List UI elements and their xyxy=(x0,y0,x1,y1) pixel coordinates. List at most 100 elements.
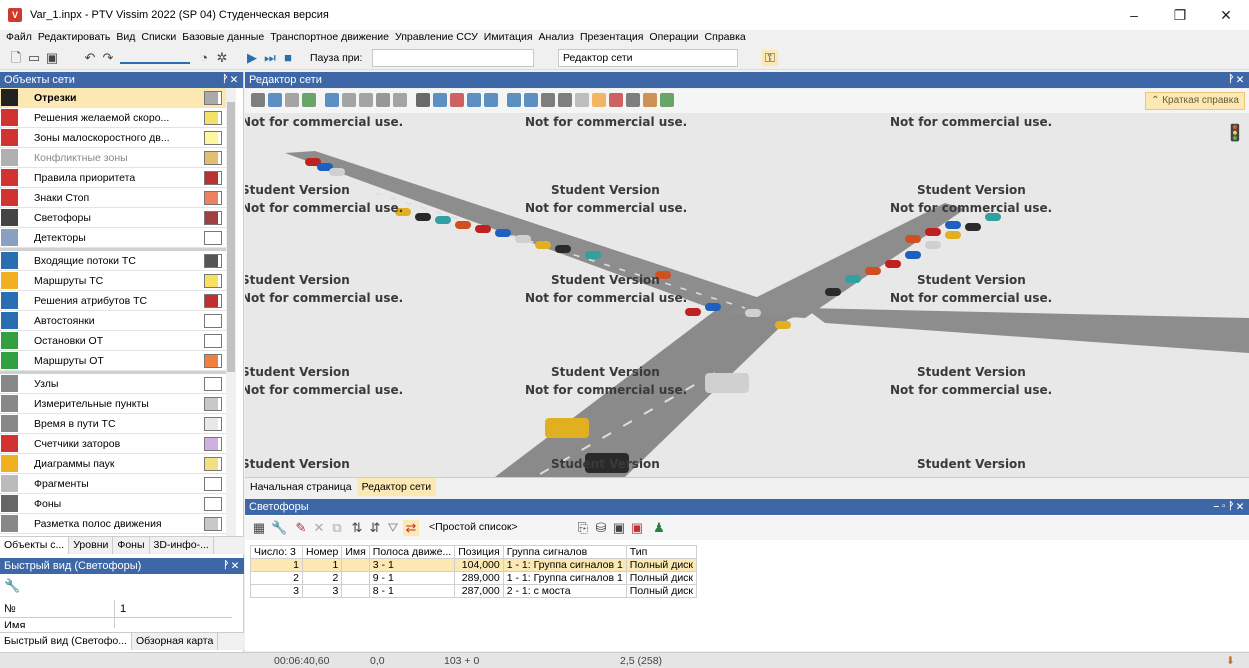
menu-simulation[interactable]: Имитация xyxy=(484,30,533,45)
editor-tool-icon[interactable] xyxy=(643,93,657,107)
redo-icon[interactable]: ↷ xyxy=(100,50,116,66)
menu-edit[interactable]: Редактировать xyxy=(38,30,111,45)
color-swatch[interactable] xyxy=(204,334,222,348)
table-cell[interactable] xyxy=(341,584,370,598)
menu-base-data[interactable]: Базовые данные xyxy=(182,30,264,45)
color-swatch[interactable] xyxy=(204,211,222,225)
pin-close-icon[interactable]: ᚹ ✕ xyxy=(1228,72,1243,88)
network-object-item[interactable]: Измерительные пункты xyxy=(0,394,232,414)
table-cell[interactable]: 2 xyxy=(301,571,343,585)
save-icon[interactable]: ▣ xyxy=(611,520,627,536)
network-object-item[interactable]: Автостоянки xyxy=(0,311,232,331)
network-object-item[interactable]: Зоны малоскоростного дв... xyxy=(0,128,232,148)
network-object-item[interactable]: Разметка полос движения xyxy=(0,514,232,534)
window-controls-icon[interactable]: – ▫ ᚹ ✕ xyxy=(1214,499,1243,515)
sort-desc-icon[interactable]: ⇵ xyxy=(367,520,383,536)
pin-close-icon[interactable]: ᚹ ✕ xyxy=(222,72,237,88)
table-row[interactable]: 22 9 - 1 289,000 1 - 1: Группа сигналов 1 По… xyxy=(250,571,698,585)
color-swatch[interactable] xyxy=(204,111,222,125)
view-select[interactable]: Редактор сети xyxy=(558,49,738,67)
menu-file[interactable]: Файл xyxy=(6,30,32,45)
speed-icon[interactable]: ◔ xyxy=(196,50,212,66)
editor-tool-icon[interactable] xyxy=(325,93,339,107)
close-button[interactable]: ✕ xyxy=(1203,0,1249,30)
network-object-item[interactable]: Узлы xyxy=(0,374,232,394)
color-swatch[interactable] xyxy=(204,397,222,411)
table-cell[interactable]: 287,000 xyxy=(454,584,504,598)
sync-icon[interactable]: ⇄ xyxy=(403,520,419,536)
pause-input[interactable] xyxy=(372,49,534,67)
editor-tool-icon[interactable] xyxy=(342,93,356,107)
new-file-icon[interactable]: 🗋 xyxy=(8,50,24,66)
network-object-item[interactable]: Диаграммы паук xyxy=(0,454,232,474)
col-number[interactable]: Номер xyxy=(301,545,343,559)
wrench-icon[interactable]: 🔧 xyxy=(4,578,20,594)
editor-tool-icon[interactable] xyxy=(251,93,265,107)
network-object-item[interactable]: Знаки Стоп xyxy=(0,188,232,208)
color-swatch[interactable] xyxy=(204,457,222,471)
menu-view[interactable]: Вид xyxy=(116,30,135,45)
tab-overview-map[interactable]: Обзорная карта xyxy=(132,633,219,650)
network-object-item[interactable]: Фоны xyxy=(0,494,232,514)
network-object-item[interactable]: Конфликтные зоны xyxy=(0,148,232,168)
quick-view-value[interactable]: 1 xyxy=(120,603,126,615)
minimize-button[interactable]: – xyxy=(1111,0,1157,30)
col-name[interactable]: Имя xyxy=(341,545,370,559)
color-swatch[interactable] xyxy=(204,231,222,245)
filter-icon[interactable]: ⛛ xyxy=(385,520,401,536)
table-cell[interactable]: 2 - 1: с моста xyxy=(502,584,627,598)
color-swatch[interactable] xyxy=(204,417,222,431)
tab-network-editor[interactable]: Редактор сети xyxy=(356,478,437,496)
color-swatch[interactable] xyxy=(204,294,222,308)
table-cell[interactable]: 1 - 1: Группа сигналов 1 xyxy=(502,571,627,585)
table-cell[interactable]: 1 - 1: Группа сигналов 1 xyxy=(502,558,627,572)
editor-tool-icon[interactable] xyxy=(524,93,538,107)
list-mode-select[interactable]: <Простой список> xyxy=(425,519,555,537)
settings-icon[interactable]: ✲ xyxy=(214,50,230,66)
editor-tool-icon[interactable] xyxy=(285,93,299,107)
color-swatch[interactable] xyxy=(204,437,222,451)
menu-evaluation[interactable]: Анализ xyxy=(539,30,574,45)
save-icon[interactable]: ▣ xyxy=(44,50,60,66)
table-cell[interactable]: 1 xyxy=(250,558,303,572)
step-icon[interactable]: ⏭ xyxy=(262,50,278,66)
sort-asc-icon[interactable]: ⇅ xyxy=(349,520,365,536)
editor-tool-icon[interactable] xyxy=(592,93,606,107)
open-folder-icon[interactable]: ▭ xyxy=(26,50,42,66)
network-object-item[interactable]: Правила приоритета xyxy=(0,168,232,188)
stop-icon[interactable]: ■ xyxy=(280,50,296,66)
network-object-item[interactable]: Фрагменты xyxy=(0,474,232,494)
table-cell[interactable]: 3 xyxy=(301,584,343,598)
editor-tool-icon[interactable] xyxy=(541,93,555,107)
tab-backgrounds[interactable]: Фоны xyxy=(113,537,150,554)
network-object-item[interactable]: Решения желаемой скоро... xyxy=(0,108,232,128)
network-object-item[interactable]: Остановки ОТ xyxy=(0,331,232,351)
color-swatch[interactable] xyxy=(204,191,222,205)
network-object-item[interactable]: Маршруты ТС xyxy=(0,271,232,291)
grid-icon[interactable]: ▦ xyxy=(251,520,267,536)
table-cell[interactable]: Полный диск xyxy=(625,558,698,572)
menu-presentation[interactable]: Презентация xyxy=(580,30,643,45)
color-swatch[interactable] xyxy=(204,131,222,145)
table-cell[interactable] xyxy=(341,558,370,572)
wrench-icon[interactable]: 🔧 xyxy=(271,520,287,536)
editor-tool-icon[interactable] xyxy=(575,93,589,107)
scroll-thumb[interactable] xyxy=(227,102,235,372)
play-icon[interactable]: ▶ xyxy=(244,50,260,66)
col-signal-group[interactable]: Группа сигналов xyxy=(502,545,627,559)
color-swatch[interactable] xyxy=(204,91,222,105)
editor-tool-icon[interactable] xyxy=(626,93,640,107)
table-cell[interactable]: Полный диск xyxy=(625,584,698,598)
speed-slider[interactable] xyxy=(120,52,190,64)
pin-close-icon[interactable]: ᚹ ✕ xyxy=(223,558,238,574)
editor-tool-icon[interactable] xyxy=(268,93,282,107)
table-cell[interactable]: 1 xyxy=(301,558,343,572)
editor-tool-icon[interactable] xyxy=(393,93,407,107)
color-swatch[interactable] xyxy=(204,497,222,511)
menu-actions[interactable]: Операции xyxy=(649,30,698,45)
table-cell[interactable]: 3 - 1 xyxy=(368,558,456,572)
col-type[interactable]: Тип xyxy=(625,545,698,559)
color-swatch[interactable] xyxy=(204,314,222,328)
menu-traffic[interactable]: Транспортное движение xyxy=(270,30,389,45)
editor-tool-icon[interactable] xyxy=(376,93,390,107)
